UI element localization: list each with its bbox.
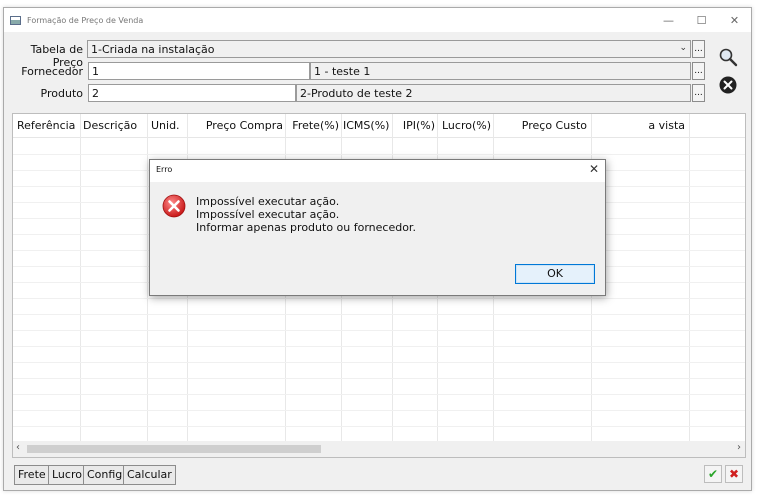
minimize-icon[interactable]: — bbox=[652, 8, 685, 32]
grid-divider bbox=[147, 114, 148, 441]
grid-row-line bbox=[13, 426, 745, 427]
window-title: Formação de Preço de Venda bbox=[27, 15, 144, 25]
scroll-right-icon[interactable]: › bbox=[737, 442, 741, 453]
grid-row-line bbox=[13, 330, 745, 331]
frete-button[interactable]: Frete bbox=[14, 465, 50, 485]
check-icon: ✔ bbox=[707, 467, 719, 481]
error-message-line: Informar apenas produto ou fornecedor. bbox=[196, 221, 416, 234]
fornecedor-code-input[interactable]: 1 bbox=[88, 62, 310, 80]
produto-name-field: 2-Produto de teste 2 bbox=[296, 84, 691, 102]
fornecedor-name-field: 1 - teste 1 bbox=[310, 62, 691, 80]
dialog-close-icon[interactable]: ✕ bbox=[589, 162, 599, 176]
grid-row-line bbox=[13, 314, 745, 315]
grid-row-line bbox=[13, 394, 745, 395]
col-frete[interactable]: Frete(%) bbox=[287, 114, 339, 138]
produto-label: Produto bbox=[40, 87, 83, 100]
col-lucro[interactable]: Lucro(%) bbox=[439, 114, 491, 138]
grid-row-line bbox=[13, 378, 745, 379]
grid-row-line bbox=[13, 298, 745, 299]
col-preco-custo[interactable]: Preço Custo bbox=[495, 114, 587, 138]
produto-code-input[interactable]: 2 bbox=[88, 84, 296, 102]
dialog-title: Erro bbox=[156, 165, 173, 174]
fornecedor-lookup-button[interactable]: ... bbox=[692, 62, 705, 80]
col-preco-compra[interactable]: Preço Compra bbox=[191, 114, 283, 138]
grid-row-line bbox=[13, 362, 745, 363]
col-referencia[interactable]: Referência bbox=[17, 114, 75, 138]
search-button[interactable] bbox=[717, 46, 739, 68]
magnifier-icon bbox=[719, 48, 738, 67]
error-message-line: Impossível executar ação. bbox=[196, 208, 340, 221]
col-descricao[interactable]: Descrição bbox=[83, 114, 137, 138]
calcular-button[interactable]: Calcular bbox=[123, 465, 176, 485]
window-controls: — ☐ ✕ bbox=[652, 8, 751, 32]
grid-header: Referência Descrição Unid. Preço Compra … bbox=[13, 114, 745, 138]
close-icon[interactable]: ✕ bbox=[718, 8, 751, 32]
chevron-down-icon[interactable]: ⌄ bbox=[679, 43, 687, 53]
tabela-combo[interactable]: 1-Criada na instalação ⌄ bbox=[87, 40, 691, 58]
col-unid[interactable]: Unid. bbox=[151, 114, 180, 138]
cancel-filter-button[interactable] bbox=[717, 74, 739, 96]
app-icon bbox=[10, 15, 21, 25]
scroll-left-icon[interactable]: ‹ bbox=[16, 442, 20, 453]
maximize-icon[interactable]: ☐ bbox=[685, 8, 718, 32]
grid-row-line bbox=[13, 154, 745, 155]
x-icon: ✖ bbox=[728, 467, 740, 481]
title-bar: Formação de Preço de Venda — ☐ ✕ bbox=[4, 8, 751, 32]
fornecedor-code: 1 bbox=[92, 65, 99, 78]
col-a-vista[interactable]: a vista bbox=[593, 114, 685, 138]
error-message-line: Impossível executar ação. bbox=[196, 195, 340, 208]
produto-name: 2-Produto de teste 2 bbox=[300, 87, 413, 100]
close-circle-icon bbox=[719, 76, 737, 94]
discard-button[interactable]: ✖ bbox=[725, 465, 743, 483]
lucro-button[interactable]: Lucro bbox=[48, 465, 86, 485]
col-icms[interactable]: ICMS(%) bbox=[343, 114, 389, 138]
fornecedor-label: Fornecedor bbox=[21, 65, 83, 78]
scroll-thumb[interactable] bbox=[27, 445, 321, 453]
grid-row-line bbox=[13, 346, 745, 347]
col-ipi[interactable]: IPI(%) bbox=[395, 114, 435, 138]
confirm-button[interactable]: ✔ bbox=[704, 465, 722, 483]
tabela-value: 1-Criada na instalação bbox=[91, 43, 215, 56]
grid-row-line bbox=[13, 410, 745, 411]
error-icon bbox=[162, 194, 186, 218]
ok-button[interactable]: OK bbox=[515, 264, 595, 284]
dialog-title-bar: Erro ✕ bbox=[150, 160, 605, 182]
config-button[interactable]: Config bbox=[83, 465, 127, 485]
horizontal-scrollbar[interactable]: ‹ › bbox=[13, 441, 745, 457]
tabela-lookup-button[interactable]: ... bbox=[692, 40, 705, 58]
error-dialog: Erro ✕ Impossível executar ação. Impossí… bbox=[149, 159, 606, 296]
produto-lookup-button[interactable]: ... bbox=[692, 84, 705, 102]
fornecedor-name: 1 - teste 1 bbox=[314, 65, 371, 78]
grid-divider bbox=[80, 114, 81, 441]
produto-code: 2 bbox=[92, 87, 99, 100]
grid-divider bbox=[689, 114, 690, 441]
